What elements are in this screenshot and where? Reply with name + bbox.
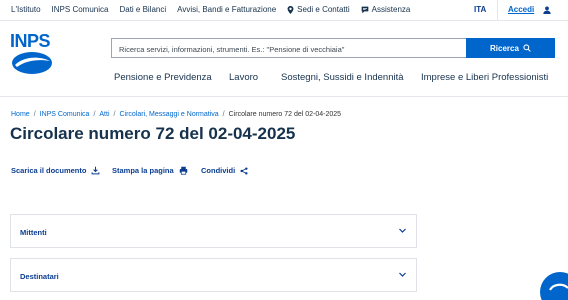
search-field-wrapper [111,38,467,59]
breadcrumb: Home / INPS Comunica / Atti / Circolari,… [11,111,341,118]
accordion-mittenti-label: Mittenti [20,228,47,237]
utility-link-sedi[interactable]: Sedi e Contatti [287,5,350,14]
utility-link-assistenza[interactable]: Assistenza [361,5,411,14]
breadcrumb-circolari[interactable]: Circolari, Messaggi e Normativa [119,111,218,118]
print-page-button[interactable]: Stampa la pagina [112,166,188,175]
login-label: Accedi [508,5,535,14]
breadcrumb-home[interactable]: Home [11,111,30,118]
download-label: Scarica il documento [11,166,87,175]
breadcrumb-atti[interactable]: Atti [99,111,109,118]
chevron-down-icon [399,272,406,277]
breadcrumb-inps-comunica[interactable]: INPS Comunica [40,111,90,118]
download-document-button[interactable]: Scarica il documento [11,166,100,175]
utility-link-istituto[interactable]: L'Istituto [11,5,41,14]
logo-wordmark: INPS [10,31,51,51]
utility-link-dati-bilanci[interactable]: Dati e Bilanci [119,5,166,14]
language-selector[interactable]: ITA [474,5,486,14]
nav-imprese[interactable]: Imprese e Liberi Professionisti [421,72,548,83]
header-divider [0,96,568,97]
share-label: Condividi [201,166,236,175]
chevron-down-icon [399,228,406,233]
printer-icon [179,166,187,175]
accordion-destinatari-label: Destinatari [20,272,59,281]
logo-swoosh-icon [12,52,52,74]
search-input[interactable] [112,40,466,59]
nav-lavoro[interactable]: Lavoro [229,72,258,83]
download-icon [92,166,100,175]
print-label: Stampa la pagina [112,166,174,175]
breadcrumb-separator: / [33,111,36,118]
utility-links: L'Istituto INPS Comunica Dati e Bilanci … [11,5,410,14]
search-button[interactable]: Ricerca [466,38,555,58]
top-utility-bar: L'Istituto INPS Comunica Dati e Bilanci … [0,0,568,21]
accordion-mittenti[interactable]: Mittenti [10,214,417,248]
utility-link-sedi-label: Sedi e Contatti [297,5,350,14]
inps-logo[interactable]: INPS [10,32,56,76]
search-button-label: Ricerca [490,43,519,53]
utility-link-assistenza-label: Assistenza [371,5,411,14]
user-icon [543,5,551,14]
breadcrumb-separator: / [93,111,96,118]
breadcrumb-separator: / [113,111,116,118]
search-icon [523,44,531,52]
chat-icon [361,6,368,13]
breadcrumb-current: Circolare numero 72 del 02-04-2025 [228,111,342,118]
assistant-icon [549,283,568,291]
page-title: Circolare numero 72 del 02-04-2025 [10,124,296,143]
assistant-floating-button[interactable] [540,272,568,300]
login-link[interactable]: Accedi [508,5,551,14]
nav-sostegni[interactable]: Sostegni, Sussidi e Indennità [281,72,404,83]
location-pin-icon [287,5,294,14]
utility-link-inps-comunica[interactable]: INPS Comunica [52,5,109,14]
share-icon [240,166,248,175]
breadcrumb-separator: / [222,111,225,118]
topbar-divider [497,0,498,21]
accordion-destinatari[interactable]: Destinatari [10,258,417,292]
share-button[interactable]: Condividi [201,166,248,175]
utility-link-avvisi[interactable]: Avvisi, Bandi e Fatturazione [177,5,276,14]
nav-pensione-previdenza[interactable]: Pensione e Previdenza [114,72,212,83]
